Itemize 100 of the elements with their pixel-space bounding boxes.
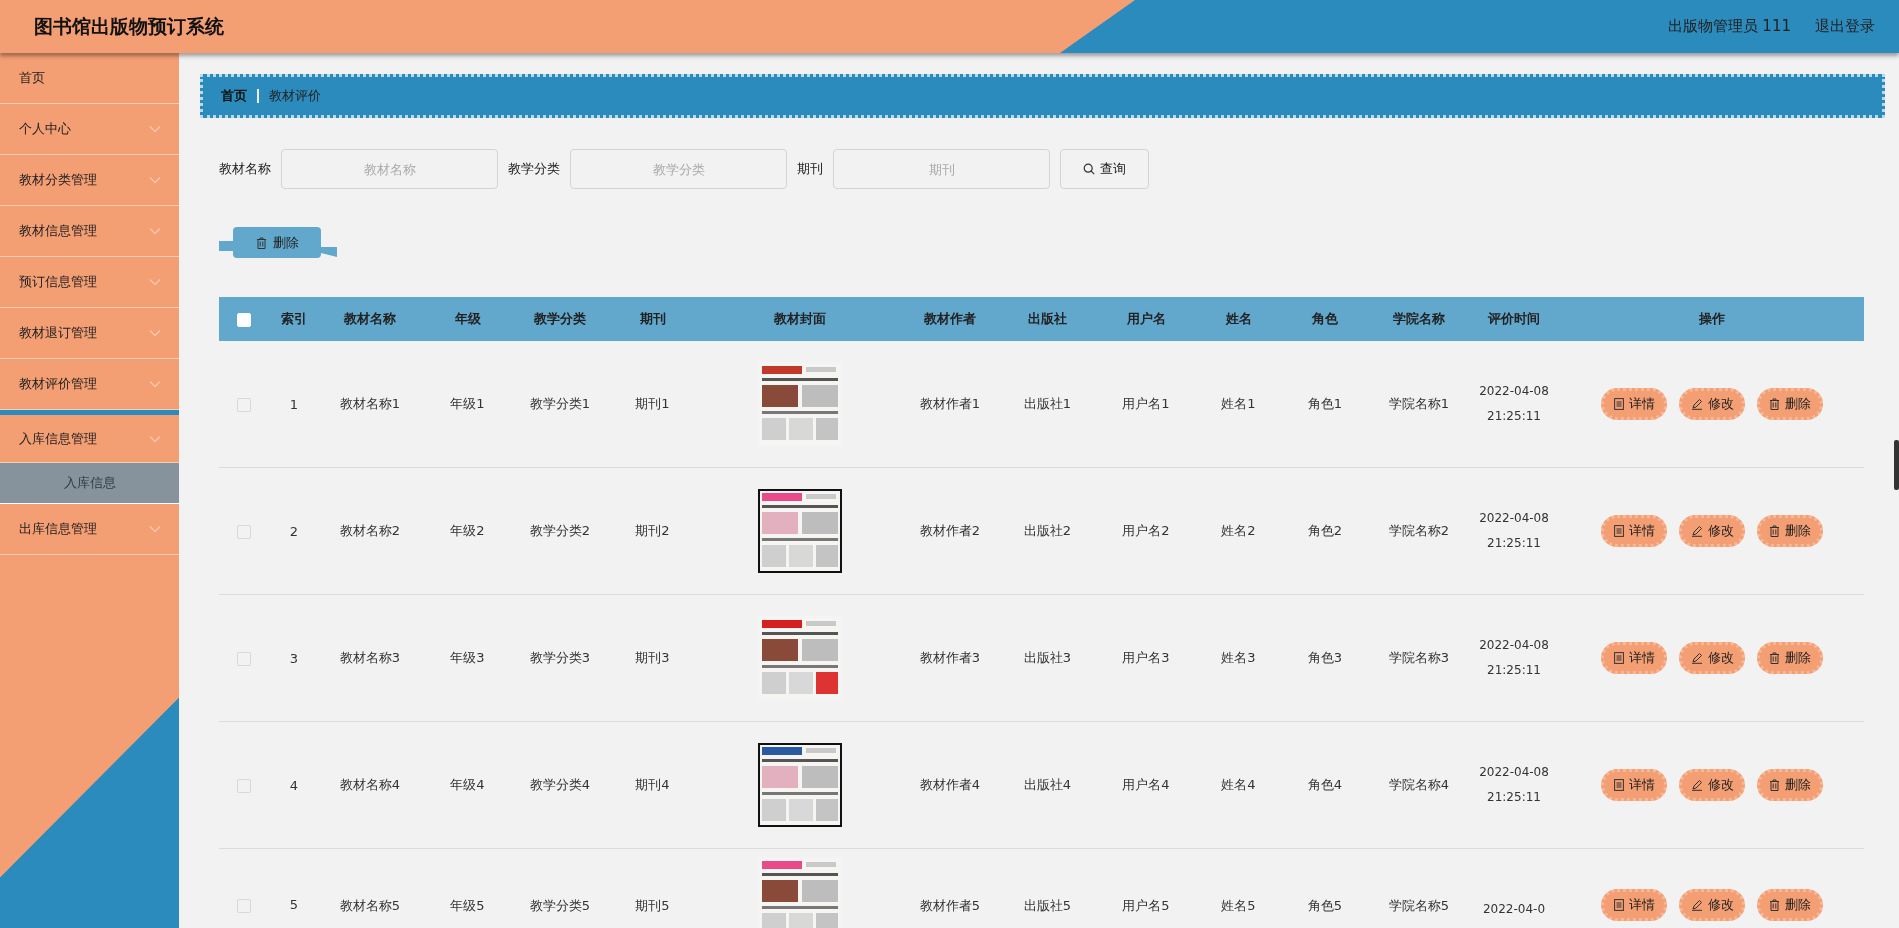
sidebar-item[interactable]: 首页 [0,53,179,104]
details-button[interactable]: 详情 [1601,515,1667,547]
details-button[interactable]: 详情 [1601,388,1667,420]
sidebar-item[interactable]: 个人中心 [0,104,179,155]
table-cell: 教材作者4 [919,777,981,792]
breadcrumb-link[interactable]: 首页 [221,87,247,105]
table-cell: 教材作者2 [919,523,981,538]
table-cell: 年级4 [450,777,485,792]
search-button[interactable]: 查询 [1060,149,1149,189]
trash-icon [1769,899,1780,911]
table-cell: 姓名3 [1221,650,1256,665]
chevron-down-icon [149,525,161,533]
table-cell: 教学分类4 [529,777,591,792]
search-field[interactable]: 期刊 [833,149,1050,189]
table-cell: 年级5 [450,898,485,913]
table-cell: 4 [289,777,299,793]
trash-icon [1769,652,1780,664]
sidebar-item[interactable]: 出库信息管理 [0,504,179,555]
details-button[interactable]: 详情 [1601,889,1667,921]
column-header: 出版社 [1028,311,1067,326]
table-cell: 出版社1 [1023,396,1072,411]
table-cell-text: 2022-04-08 21:25:11 [1479,510,1549,552]
column-header: 教材作者 [924,311,976,326]
column-header: 教学分类 [534,311,586,326]
edit-button[interactable]: 修改 [1679,642,1745,674]
table-cell: 用户名3 [1122,650,1170,665]
edit-button[interactable]: 修改 [1679,769,1745,801]
details-button[interactable]: 详情 [1601,769,1667,801]
sidebar-item[interactable]: 教材评价管理 [0,359,179,410]
document-icon [1613,398,1624,410]
search-field[interactable]: 教材名称 [281,149,498,189]
field-label: 教学分类 [508,160,560,178]
table-cell: 学院名称5 [1388,898,1450,913]
table-cell: 角色2 [1307,523,1343,538]
table-cell: 期刊3 [635,650,670,665]
document-icon [1613,652,1624,664]
column-header: 评价时间 [1488,311,1540,326]
delete-button[interactable]: 删除 [1757,642,1823,674]
row-checkbox[interactable] [236,898,251,913]
chevron-down-icon [149,125,161,133]
table-cell: 角色5 [1307,898,1343,913]
table-cell: 用户名2 [1122,523,1170,538]
sidebar-item[interactable]: 教材信息管理 [0,206,179,257]
sidebar-item[interactable]: 预订信息管理 [0,257,179,308]
table-cell: 教材名称4 [339,777,401,792]
table-cell: 年级3 [450,650,485,665]
table-cell: 角色4 [1307,777,1343,792]
table-cell: 姓名1 [1221,396,1256,411]
table-cell: 3 [289,650,299,666]
document-icon [1613,899,1624,911]
sidebar-item[interactable]: 教材分类管理 [0,155,179,206]
table-cell: 角色3 [1307,650,1343,665]
chevron-down-icon [149,176,161,184]
table-cell: 2 [289,523,299,539]
row-checkbox[interactable] [236,778,251,793]
table-cell: 用户名1 [1122,396,1170,411]
row-checkbox[interactable] [236,397,251,412]
column-header: 操作 [1699,311,1725,326]
delete-button[interactable]: 删除 [1757,388,1823,420]
table-cell: 年级2 [450,523,485,538]
table-cell: 教学分类3 [529,650,591,665]
edit-button[interactable]: 修改 [1679,515,1745,547]
row-checkbox[interactable] [236,524,251,539]
table-cell: 姓名2 [1221,523,1256,538]
column-header: 索引 [281,311,307,326]
pencil-icon [1690,652,1703,664]
column-header: 学院名称 [1393,311,1445,326]
user-name: 出版物管理员 111 [1667,17,1791,36]
search-field[interactable]: 教学分类 [570,149,787,189]
table-cell: 姓名5 [1221,898,1256,913]
details-button[interactable]: 详情 [1601,642,1667,674]
document-icon [1613,525,1624,537]
search-icon [1083,163,1095,175]
table-cell: 出版社2 [1023,523,1072,538]
edit-button[interactable]: 修改 [1679,889,1745,921]
chevron-down-icon [149,329,161,337]
submenu-item[interactable]: 入库信息 [0,463,179,504]
table-cell: 年级1 [450,396,485,411]
scrollbar-thumb[interactable] [1894,440,1899,490]
delete-button[interactable]: 删除 [1757,769,1823,801]
select-all-checkbox[interactable] [236,312,251,327]
edit-button[interactable]: 修改 [1679,388,1745,420]
row-checkbox[interactable] [236,651,251,666]
breadcrumb-link[interactable]: 教材评价 [269,87,321,105]
column-header: 姓名 [1225,311,1252,326]
logout-link[interactable]: 退出登录 [1815,17,1875,36]
delete-button[interactable]: 删除 [1757,889,1823,921]
field-label: 期刊 [797,160,823,178]
table-cell: 期刊2 [635,523,670,538]
column-header: 期刊 [639,311,666,326]
table-cell: 教材名称5 [339,898,401,913]
sidebar-item[interactable]: 教材退订管理 [0,308,179,359]
app-title: 图书馆出版物预订系统 [34,13,224,39]
pencil-icon [1690,899,1703,911]
table-cell: 1 [289,396,299,412]
table-cell: 学院名称3 [1388,650,1450,665]
table-cell: 用户名4 [1122,777,1170,792]
chevron-down-icon [149,227,161,235]
delete-button[interactable]: 删除 [1757,515,1823,547]
table-cell: 出版社3 [1023,650,1072,665]
